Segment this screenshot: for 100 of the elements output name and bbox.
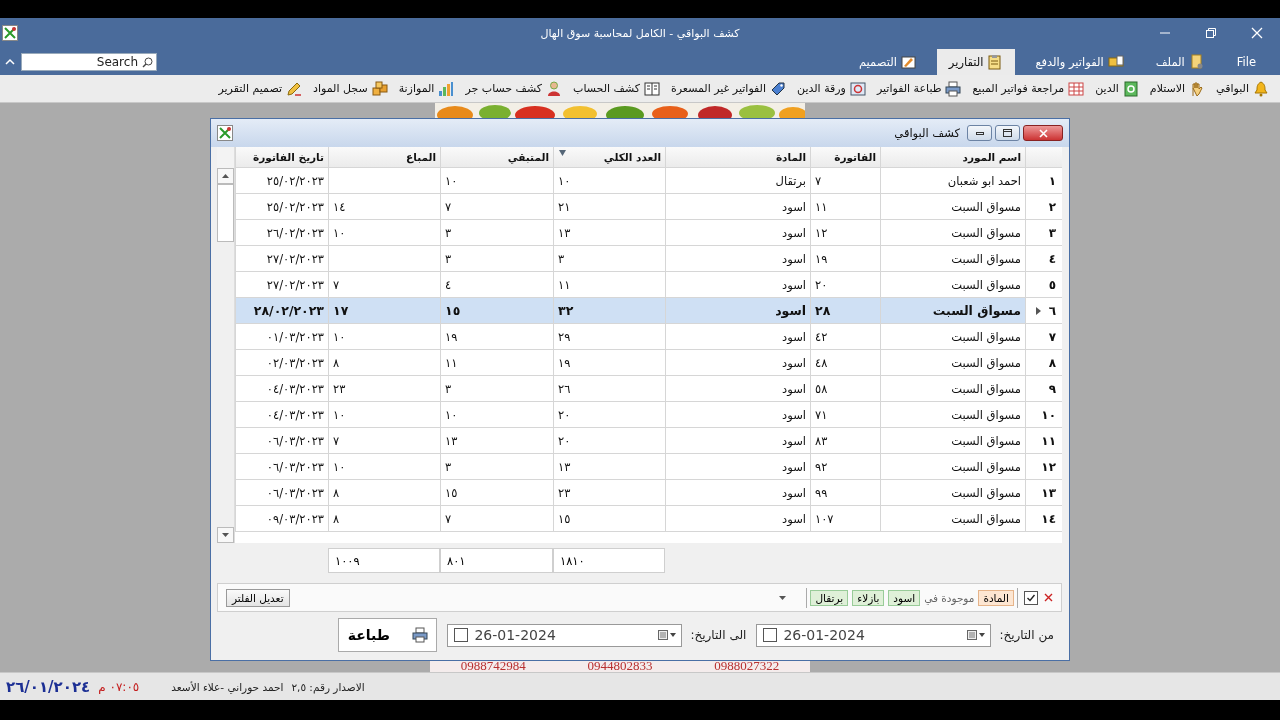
up-arrow-icon bbox=[222, 174, 229, 178]
date-checkbox[interactable] bbox=[763, 628, 778, 642]
table-cell: ١٥ bbox=[553, 506, 665, 532]
table-row[interactable]: ٦ مسواق السبت ٢٨ اسود ٣٢ ١٥ ١٧ ٢٨/٠٢/٢٠٢٣ bbox=[235, 298, 1062, 324]
window-icon bbox=[217, 125, 233, 141]
toolbar-button[interactable]: الموازنة bbox=[395, 78, 458, 99]
table-cell: اسود bbox=[665, 506, 810, 532]
column-header[interactable]: اسم المورد bbox=[880, 147, 1025, 168]
table-row[interactable]: ١٢ مسواق السبت ٩٢ اسود ١٣ ٣ ١٠ ٠٦/٠٣/٢٠٢٣ bbox=[235, 454, 1062, 480]
column-header[interactable]: تاريخ الفاتورة bbox=[235, 147, 328, 168]
clear-filter-icon[interactable] bbox=[1044, 593, 1053, 602]
close-button[interactable] bbox=[1023, 125, 1063, 141]
toolbar-button[interactable]: البواقي bbox=[1213, 78, 1272, 99]
date-field[interactable]: 26-01-2024 bbox=[756, 623, 992, 647]
table-row[interactable]: ٩ مسواق السبت ٥٨ اسود ٢٦ ٣ ٢٣ ٠٤/٠٣/٢٠٢٣ bbox=[235, 376, 1062, 402]
screen-icon bbox=[849, 80, 866, 97]
card-icon bbox=[1107, 54, 1124, 70]
restore-button[interactable] bbox=[995, 125, 1020, 141]
row-number: ١٣ bbox=[1025, 480, 1062, 506]
total-cell: ٨٠١ bbox=[440, 548, 553, 573]
window-title: كشف البواقي - الكامل لمحاسبة سوق الهال bbox=[540, 26, 740, 40]
from-date-label: من التاريخ: bbox=[999, 628, 1054, 642]
table-row[interactable]: ٧ مسواق السبت ٤٢ اسود ٢٩ ١٩ ١٠ ٠١/٠٣/٢٠٢٣ bbox=[235, 324, 1062, 350]
calendar-dropdown-icon bbox=[967, 630, 986, 640]
field-tag[interactable]: المادة bbox=[978, 589, 1014, 606]
date-field[interactable]: 26-01-2024 bbox=[447, 623, 683, 647]
row-number: ٦ bbox=[1025, 298, 1062, 324]
table-row[interactable]: ١٤ مسواق السبت ١٠٧ اسود ١٥ ٧ ٨ ٠٩/٠٣/٢٠٢٣ bbox=[235, 506, 1062, 532]
value-tag[interactable]: بازلاء bbox=[852, 589, 885, 606]
column-header[interactable]: المادة bbox=[665, 147, 810, 168]
table-row[interactable]: ٢ مسواق السبت ١١ اسود ٢١ ٧ ١٤ ٢٥/٠٢/٢٠٢٣ bbox=[235, 194, 1062, 220]
scrollbar[interactable] bbox=[217, 147, 235, 543]
ribbon-tab[interactable]: التقارير bbox=[936, 49, 1016, 75]
value-tag[interactable]: اسود bbox=[888, 589, 921, 606]
printer-icon bbox=[412, 627, 429, 643]
total-cell: ١٠٠٩ bbox=[328, 548, 440, 573]
app-logo-icon bbox=[2, 25, 18, 41]
search-field[interactable]: Search bbox=[21, 52, 157, 71]
pencil-icon bbox=[286, 80, 303, 97]
toolbar-button[interactable]: سجل المواد bbox=[310, 78, 391, 99]
table-row[interactable]: ٨ مسواق السبت ٤٨ اسود ١٩ ١١ ٨ ٠٢/٠٣/٢٠٢٣ bbox=[235, 350, 1062, 376]
row-number: ٤ bbox=[1025, 246, 1062, 272]
table-row[interactable]: ٣ مسواق السبت ١٢ اسود ١٣ ٣ ١٠ ٢٦/٠٢/٢٠٢٣ bbox=[235, 220, 1062, 246]
file-icon bbox=[1188, 54, 1205, 70]
money-icon bbox=[1122, 80, 1139, 97]
row-number: ٣ bbox=[1025, 220, 1062, 246]
toolbar-button[interactable]: الدين bbox=[1092, 78, 1142, 99]
filter-checkbox[interactable] bbox=[1024, 590, 1038, 605]
table-row[interactable]: ١ احمد ابو شعبان ٧ برتقال ١٠ ١٠ ٢٥/٠٢/٢٠٢٣ bbox=[235, 168, 1062, 194]
scroll-thumb[interactable] bbox=[217, 184, 234, 242]
ribbon-tab[interactable]: File bbox=[1224, 49, 1268, 75]
book-icon bbox=[644, 80, 660, 97]
table-row[interactable]: ٤ مسواق السبت ١٩ اسود ٣ ٣ ٢٧/٠٢/٢٠٢٣ bbox=[235, 246, 1062, 272]
column-header[interactable]: الفاتورة bbox=[810, 147, 880, 168]
edit-filter-button[interactable]: تعديل الفلتر bbox=[226, 588, 290, 607]
bar-chart-icon bbox=[438, 80, 455, 97]
toolbar-button[interactable]: ورقة الدين bbox=[794, 78, 869, 99]
printer-icon bbox=[945, 80, 962, 97]
toolbar-button[interactable]: مراجعة فواتير المبيع bbox=[969, 78, 1088, 99]
row-number: ١٢ bbox=[1025, 454, 1062, 480]
toolbar-button[interactable]: كشف الحساب bbox=[570, 78, 663, 99]
boxes-icon bbox=[371, 80, 388, 97]
row-number: ١٤ bbox=[1025, 506, 1062, 532]
value-tag[interactable]: برتقال bbox=[810, 589, 849, 606]
window-title: كشف البواقي bbox=[894, 126, 960, 140]
row-number: ٢ bbox=[1025, 194, 1062, 220]
row-number: ١١ bbox=[1025, 428, 1062, 454]
toolbar-button[interactable]: الاستلام bbox=[1146, 78, 1209, 99]
ribbon-tab[interactable]: الفواتير والدفع bbox=[1023, 49, 1136, 75]
collapse-icon[interactable] bbox=[5, 57, 15, 66]
table-row[interactable]: ١٠ مسواق السبت ٧١ اسود ٢٠ ١٠ ١٠ ٠٤/٠٣/٢٠٢٣ bbox=[235, 402, 1062, 428]
table-row[interactable]: ٥ مسواق السبت ٢٠ اسود ١١ ٤ ٧ ٢٧/٠٢/٢٠٢٣ bbox=[235, 272, 1062, 298]
row-number: ١ bbox=[1025, 168, 1062, 194]
dropdown-icon[interactable] bbox=[779, 595, 787, 600]
search-icon bbox=[142, 56, 153, 68]
minimize-button[interactable] bbox=[967, 125, 992, 141]
operator-text[interactable]: موجودة في bbox=[924, 591, 975, 604]
date-checkbox[interactable] bbox=[454, 628, 469, 642]
phone-number: 0988742984 bbox=[460, 660, 526, 672]
column-header[interactable]: المتبقي bbox=[440, 147, 553, 168]
minimize-icon bbox=[975, 131, 984, 135]
column-header[interactable]: المباع bbox=[328, 147, 440, 168]
ribbon-tab[interactable]: التصميم bbox=[846, 49, 929, 75]
toolbar-button[interactable]: الفواتير غير المسعرة bbox=[668, 78, 790, 99]
table-cell: مسواق السبت bbox=[880, 506, 1025, 532]
toolbar-button[interactable]: تصميم التقرير bbox=[215, 78, 306, 99]
column-header[interactable]: العدد الكلي bbox=[553, 147, 665, 168]
close-icon bbox=[1038, 128, 1048, 138]
version-text: الاصدار رقم: ٢,٥ bbox=[291, 680, 365, 693]
ribbon-tab[interactable]: الملف bbox=[1143, 49, 1217, 75]
table-row[interactable]: ١٣ مسواق السبت ٩٩ اسود ٢٣ ١٥ ٨ ٠٦/٠٣/٢٠٢٣ bbox=[235, 480, 1062, 506]
row-number: ٥ bbox=[1025, 272, 1062, 298]
down-arrow-icon bbox=[222, 533, 229, 537]
bell-icon bbox=[1253, 80, 1269, 97]
toolbar-button[interactable]: كشف حساب جر bbox=[462, 78, 566, 99]
authors-text: احمد حوراني -علاء الأسعد bbox=[171, 680, 284, 693]
table-icon bbox=[1068, 80, 1085, 97]
toolbar-button[interactable]: طباعة الفواتير bbox=[873, 78, 965, 99]
print-button[interactable]: طباعة bbox=[338, 618, 438, 652]
table-row[interactable]: ١١ مسواق السبت ٨٣ اسود ٢٠ ١٣ ٧ ٠٦/٠٣/٢٠٢٣ bbox=[235, 428, 1062, 454]
